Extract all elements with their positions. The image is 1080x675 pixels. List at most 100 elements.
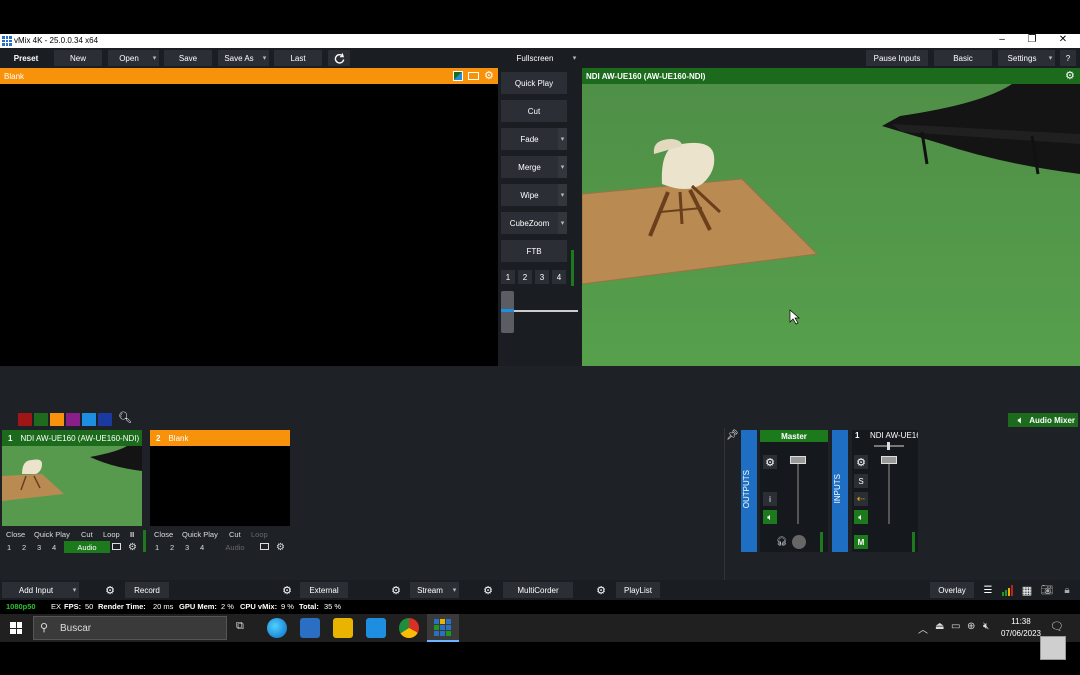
store-icon[interactable] <box>300 618 320 638</box>
chrome-icon[interactable] <box>399 618 419 638</box>
mute-button[interactable]: M <box>854 535 868 549</box>
solo-button[interactable]: S <box>854 474 868 488</box>
list-icon[interactable]: ☰ <box>979 582 997 598</box>
merge-dropdown-icon[interactable]: ▾ <box>558 156 567 178</box>
merge-button[interactable]: Merge <box>501 156 558 178</box>
input-2-quickplay-button[interactable]: Quick Play <box>182 530 218 539</box>
stream-gear-icon[interactable]: ⚙ <box>387 582 405 598</box>
lock-icon[interactable]: 🔒︎ <box>1058 582 1076 598</box>
output-window[interactable] <box>582 84 1080 366</box>
input-1-gear-icon[interactable]: ⚙ <box>128 542 137 553</box>
input-channel-speaker-icon[interactable]: 🔈︎ <box>854 510 868 524</box>
input-1-loop-button[interactable]: Loop <box>103 530 120 539</box>
restore-icon[interactable]: ❐ <box>1017 34 1047 45</box>
last-button[interactable]: Last <box>274 50 322 66</box>
input-2-thumbnail[interactable] <box>150 446 290 526</box>
balance-handle[interactable] <box>887 442 890 450</box>
minimize-icon[interactable]: – <box>987 34 1017 45</box>
multicorder-button[interactable]: MultiCorder <box>503 582 573 598</box>
input-channel-gear-icon[interactable]: ⚙ <box>854 455 868 469</box>
camera-icon[interactable]: 📷︎ <box>1038 582 1056 598</box>
input-1-audio-button[interactable]: Audio <box>64 541 110 553</box>
fullscreen-button[interactable]: Fullscreen <box>500 50 570 66</box>
chevron-up-icon[interactable]: ︿ <box>918 621 928 636</box>
transition-number-3[interactable]: 3 <box>535 270 549 284</box>
audio-mixer-button[interactable]: 🔈︎ Audio Mixer <box>1008 413 1078 427</box>
transition-number-1[interactable]: 1 <box>501 270 515 284</box>
playlist-gear-icon[interactable]: ⚙ <box>592 582 610 598</box>
input-1-screen-icon[interactable] <box>112 543 121 550</box>
save-as-dropdown-icon[interactable]: ▾ <box>260 50 269 66</box>
preset-button[interactable]: Preset <box>2 50 50 66</box>
taskbar-time[interactable]: 11:38 <box>1000 617 1042 626</box>
tray-device-icon[interactable]: ⏏ <box>935 621 944 632</box>
open-button[interactable]: Open <box>108 50 150 66</box>
taskbar-date[interactable]: 07/06/2023 <box>1000 629 1042 638</box>
input-2-gear-icon[interactable]: ⚙ <box>276 542 285 553</box>
input-1-thumbnail[interactable] <box>2 446 142 526</box>
ftb-button[interactable]: FTB <box>501 240 567 262</box>
color-swatch-darkblue[interactable] <box>98 413 112 426</box>
mail-icon[interactable] <box>366 618 386 638</box>
master-gear-icon[interactable]: ⚙ <box>763 455 777 469</box>
transition-number-4[interactable]: 4 <box>552 270 566 284</box>
input-fader-handle[interactable] <box>881 456 897 464</box>
color-swatch-purple[interactable] <box>66 413 80 426</box>
settings-dropdown-icon[interactable]: ▾ <box>1046 50 1055 66</box>
fade-dropdown-icon[interactable]: ▾ <box>558 128 567 150</box>
gear-icon[interactable]: ⚙ <box>484 69 494 82</box>
input-1-quickplay-button[interactable]: Quick Play <box>34 530 70 539</box>
color-swatch-blue[interactable] <box>82 413 96 426</box>
wipe-dropdown-icon[interactable]: ▾ <box>558 184 567 206</box>
input-2-close-button[interactable]: Close <box>154 530 173 539</box>
input-2-overlay-2[interactable]: 2 <box>170 543 174 552</box>
input-1-close-button[interactable]: Close <box>6 530 25 539</box>
cut-button[interactable]: Cut <box>501 100 567 122</box>
stream-dropdown-icon[interactable]: ▾ <box>450 582 459 598</box>
playlist-button[interactable]: PlayList <box>616 582 660 598</box>
color-swatch-none[interactable] <box>2 413 16 426</box>
stream-button[interactable]: Stream <box>410 582 450 598</box>
record-button[interactable]: Record <box>125 582 169 598</box>
arrow-left-icon[interactable]: ⇠ <box>854 492 868 506</box>
input-2-screen-icon[interactable] <box>260 543 269 550</box>
master-speaker-icon[interactable]: 🔈︎ <box>763 510 777 524</box>
input-2-header[interactable]: 2 Blank <box>150 430 290 446</box>
input-2-overlay-1[interactable]: 1 <box>155 543 159 552</box>
windows-start-icon[interactable] <box>10 622 22 634</box>
t-bar-handle[interactable] <box>501 291 514 333</box>
transition-number-2[interactable]: 2 <box>518 270 532 284</box>
input-1-overlay-2[interactable]: 2 <box>22 543 26 552</box>
master-info-button[interactable]: i <box>763 492 777 506</box>
gear-icon[interactable]: ⚙ <box>1065 69 1075 82</box>
input-1-pause-button[interactable]: II <box>130 530 134 539</box>
fullscreen-dropdown-icon[interactable]: ▾ <box>570 50 579 66</box>
input-2-cut-button[interactable]: Cut <box>229 530 241 539</box>
color-picker-icon[interactable] <box>453 71 463 81</box>
refresh-icon[interactable] <box>328 50 350 66</box>
open-dropdown-icon[interactable]: ▾ <box>150 50 159 66</box>
pin-icon[interactable]: 📌︎ <box>726 430 739 441</box>
notifications-icon[interactable]: 🗨︎ <box>1050 620 1064 633</box>
wipe-button[interactable]: Wipe <box>501 184 558 206</box>
new-button[interactable]: New <box>54 50 102 66</box>
input-2-overlay-4[interactable]: 4 <box>200 543 204 552</box>
input-2-overlay-3[interactable]: 3 <box>185 543 189 552</box>
color-swatch-red[interactable] <box>18 413 32 426</box>
close-icon[interactable]: ✕ <box>1048 34 1078 45</box>
master-fader-handle[interactable] <box>790 456 806 464</box>
add-input-button[interactable]: Add Input <box>2 582 70 598</box>
taskbar-search-box[interactable]: ⚲ Buscar <box>33 616 227 640</box>
headphones-volume-knob[interactable] <box>792 535 806 549</box>
cubezoom-dropdown-icon[interactable]: ▾ <box>558 212 567 234</box>
pause-inputs-button[interactable]: Pause Inputs <box>866 50 928 66</box>
preview-window[interactable] <box>0 84 498 366</box>
inputs-tab[interactable]: INPUTS <box>832 430 848 552</box>
help-button[interactable]: ? <box>1060 50 1076 66</box>
search-icon[interactable]: 🔍︎ <box>118 411 132 424</box>
task-view-icon[interactable]: ⧉ <box>236 620 244 633</box>
screen-icon[interactable] <box>468 72 479 80</box>
input-2-audio-button[interactable]: Audio <box>212 541 258 553</box>
input-1-header[interactable]: 1 NDI AW-UE160 (AW-UE160-NDI) <box>2 430 142 446</box>
input-1-overlay-4[interactable]: 4 <box>52 543 56 552</box>
